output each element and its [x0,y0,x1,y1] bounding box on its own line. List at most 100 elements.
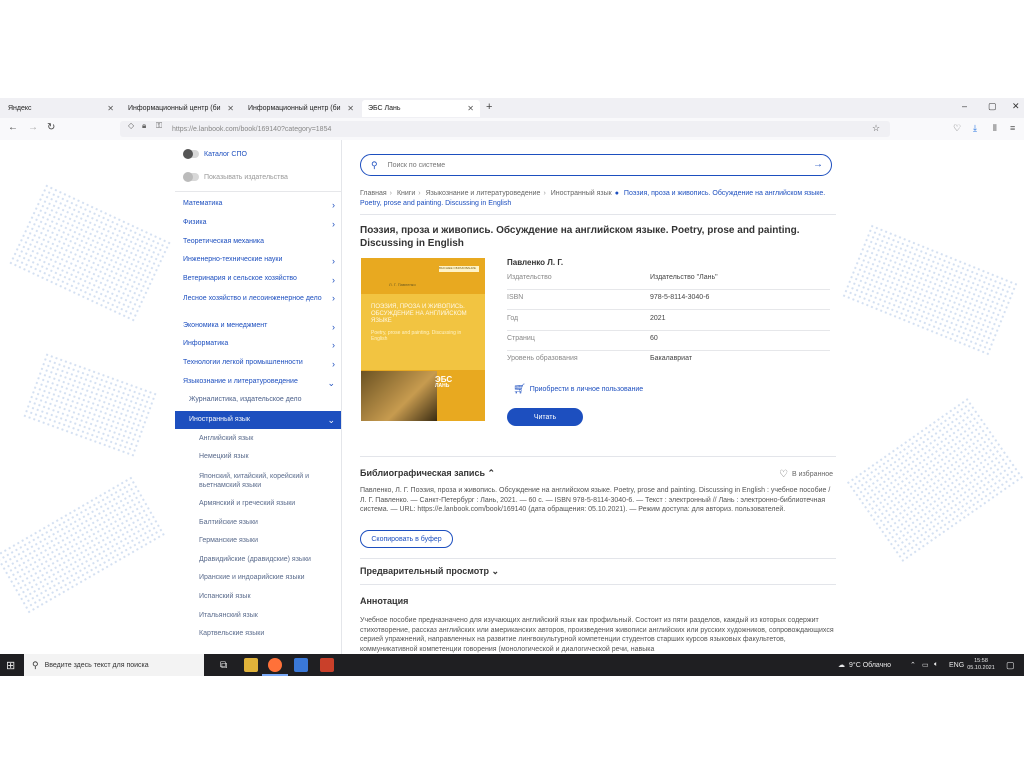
bookmark-star-icon[interactable]: ☆ [872,123,880,134]
breadcrumb-foreign-language[interactable]: Иностранный язык [551,190,612,197]
chevron-down-icon: ⌄ [327,415,335,425]
search-icon: ⚲ [371,159,378,170]
sidebar-item-economics[interactable]: Экономика и менеджмент › [175,322,341,332]
sidebar-item-armenian-greek[interactable]: Армянский и греческий языки [175,500,341,507]
item-label: Информатика [183,340,229,347]
key-icon[interactable]: ⚿ [156,121,162,131]
taskbar-search[interactable]: ⚲ Введите здесь текст для поиска [24,654,204,676]
tab-info-center-2[interactable]: Информационный центр (би ✕ [242,100,360,437]
maximize-button[interactable]: ▢ [988,101,997,112]
tab-ebs-lan[interactable]: ЭБС Лань ✕ [362,100,480,437]
sidebar-item-veterinary[interactable]: Ветеринария и сельское хозяйство › [175,275,341,285]
preview-title[interactable]: Предварительный просмотр ⌄ [360,566,499,577]
close-icon[interactable]: ✕ [107,104,114,113]
favorites-label: В избранное [792,471,833,478]
sidebar-item-baltic[interactable]: Балтийские языки [175,519,341,526]
mail-icon[interactable] [294,658,308,672]
arrow-right-icon[interactable]: → [813,159,823,170]
search-input[interactable] [385,160,790,170]
notifications-icon[interactable]: ▢ [1006,654,1015,676]
sidebar-item-physics[interactable]: Физика › [175,219,341,229]
item-label: Языкознание и литературоведение [183,378,298,385]
toggle-label: Показывать издательства [204,173,288,181]
book-cover[interactable]: ВЫСШЕЕ ОБРАЗОВАНИЕ Л. Г. Павленко Поэзия… [361,258,485,421]
sidebar-item-light-industry[interactable]: Технологии легкой промышленности › [175,359,341,369]
sidebar-item-german[interactable]: Немецкий язык [175,453,341,460]
firefox-icon[interactable] [268,658,282,672]
download-icon[interactable]: ⤓ [973,123,977,134]
close-window-button[interactable]: ✕ [1012,101,1020,112]
clock-time: 15:58 [974,658,988,664]
shield-icon[interactable]: ◇ [128,121,134,130]
sidebar-item-forestry[interactable]: Лесное хозяйство и лесоинженерное дело › [175,294,335,303]
meta-education-level: Уровень образования Бакалавриат [507,355,693,362]
sidebar-item-english[interactable]: Английский язык [175,435,341,442]
sidebar-item-engineering[interactable]: Инженерно-технические науки › [175,256,341,266]
read-button[interactable]: Читать [507,408,583,426]
lock-icon[interactable]: 🔒︎ [142,121,146,131]
weather-widget[interactable]: ☁ 9°C Облачно [838,654,891,676]
clock[interactable]: 15:58 05.10.2021 [966,654,996,676]
reload-icon[interactable]: ↻ [47,122,55,133]
meta-isbn: ISBN 978-5-8114-3040-6 [507,290,830,310]
tab-info-center-1[interactable]: Информационный центр (би ✕ [122,100,240,437]
close-icon[interactable]: ✕ [347,104,354,113]
show-publishers-toggle[interactable]: Показывать издательства [183,172,288,182]
book-details: ⚲ → Главная› Книги› Языкознание и литера… [347,140,847,654]
acrobat-icon[interactable] [320,658,334,672]
breadcrumb-books[interactable]: Книги [397,190,415,197]
forward-icon[interactable]: → [28,122,38,133]
bibliography-text: Павленко, Л. Г. Поэзия, проза и живопись… [360,487,831,513]
back-icon[interactable]: ← [8,122,18,133]
volume-icon[interactable]: 🔈︎ [934,654,938,676]
pocket-icon[interactable]: ♡ [953,123,961,134]
chevron-right-icon: › [332,293,335,303]
url-field[interactable]: https://e.lanbook.com/book/169140?catego… [120,121,890,137]
network-icon[interactable]: ▭ [922,654,929,676]
tab-yandex[interactable]: Яндекс ✕ [2,100,120,437]
sidebar-item-iranian[interactable]: Иранские и индоарийские языки [175,574,341,581]
tab-label: Информационный центр (би [128,105,221,112]
sidebar-item-dravidian[interactable]: Дравидийские (дравидские) языки [175,556,341,563]
add-to-favorites[interactable]: ♡ В избранное [779,469,833,480]
url-text: https://e.lanbook.com/book/169140?catego… [172,125,332,133]
task-view-icon[interactable]: ⧉ [220,654,227,676]
windows-start-icon[interactable]: ⊞ [6,654,15,676]
breadcrumb-linguistics[interactable]: Языкознание и литературоведение [426,190,541,197]
close-icon[interactable]: ✕ [467,104,474,113]
sidebar-item-spanish[interactable]: Испанский язык [175,593,341,600]
sidebar-item-mathematics[interactable]: Математика › [175,200,341,210]
sidebar-item-germanic[interactable]: Германские языки [175,537,341,544]
library-icon[interactable]: ⫴ [993,123,997,134]
sidebar-item-italian[interactable]: Итальянский язык [175,612,341,619]
item-label: Математика [183,200,223,207]
book-author[interactable]: Павленко Л. Г. [507,258,563,267]
chevron-right-icon: › [332,200,335,210]
menu-icon[interactable]: ≡ [1010,123,1015,133]
divider [360,456,836,457]
input-language[interactable]: ENG [949,654,964,676]
breadcrumb: Главная › Книги › Языкознание и литературо… [360,190,826,207]
sidebar-item-journalism[interactable]: Журналистика, издательское дело [175,396,341,403]
toggle-switch[interactable] [183,149,199,159]
sidebar-item-linguistics[interactable]: Языкознание и литературоведение ⌄ [175,378,341,388]
sidebar-item-informatics[interactable]: Информатика › [175,340,341,350]
screen: Яндекс ✕ Информационный центр (би ✕ Инфо… [0,98,1024,676]
toggle-switch[interactable] [183,172,199,182]
spo-catalog-toggle[interactable]: Каталог СПО [183,149,247,159]
new-tab-button[interactable]: + [486,101,492,113]
tray-chevron-up-icon[interactable]: ⌃ [910,654,916,676]
bibliography-title[interactable]: Библиографическая запись ⌃ [360,468,495,479]
sidebar-item-asian-languages[interactable]: Японский, китайский, корейский и вьетнам… [175,472,335,490]
buy-link[interactable]: 🛒︎ Приобрести в личное пользование [513,384,643,395]
breadcrumb-home[interactable]: Главная [360,190,387,197]
file-explorer-icon[interactable] [244,658,258,672]
close-icon[interactable]: ✕ [227,104,234,113]
sidebar-item-kartvelian[interactable]: Картвельские языки [175,630,341,637]
sidebar-item-foreign-language[interactable]: Иностранный язык ⌄ [175,411,341,429]
sidebar-item-theoretical-mechanics[interactable]: Теоретическая механика [175,238,341,245]
minimize-button[interactable]: – [962,101,967,111]
item-label: Японский, китайский, корейский и вьетнам… [199,473,310,489]
copy-to-clipboard-button[interactable]: Скопировать в буфер [360,530,453,548]
item-label: Иранские и индоарийские языки [199,574,305,581]
